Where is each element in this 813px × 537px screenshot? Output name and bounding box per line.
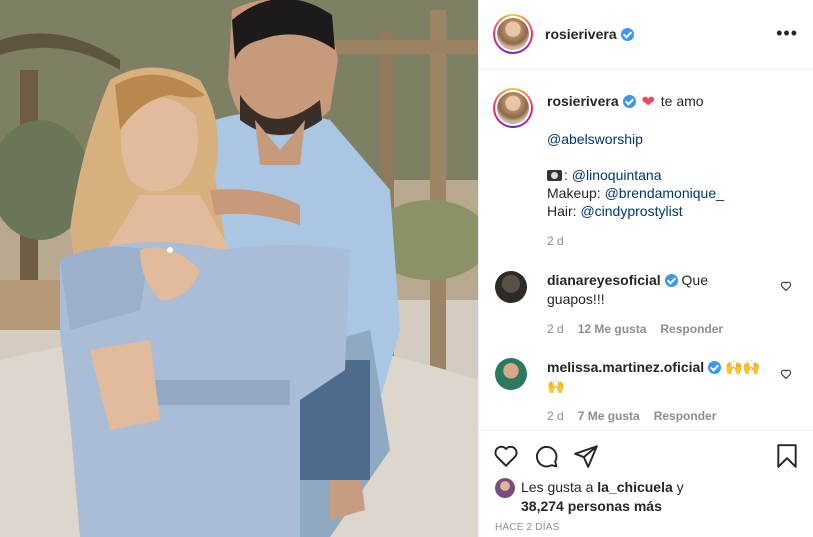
- post-details-panel: rosierivera ••• rosierivera ❤ te amo @ab…: [478, 0, 813, 537]
- caption-username[interactable]: rosierivera: [547, 93, 619, 109]
- commenter-username[interactable]: dianareyesoficial: [547, 272, 661, 288]
- author-avatar[interactable]: [493, 14, 533, 54]
- camera-emoji-icon: [547, 170, 562, 181]
- mention-link[interactable]: @abelsworship: [547, 131, 643, 147]
- caption-time[interactable]: 2 d: [547, 232, 803, 250]
- comment-time[interactable]: 2 d: [547, 409, 564, 423]
- verified-badge-icon: [622, 95, 636, 108]
- caption-message: te amo: [660, 93, 704, 109]
- likes-summary: Les gusta a la_chicuela y 38,274 persona…: [495, 478, 684, 516]
- verified-badge-icon: [664, 274, 678, 287]
- comment-icon[interactable]: [533, 443, 559, 469]
- comment-meta: 2 d 7 Me gusta Responder: [547, 409, 716, 423]
- instagram-post: rosierivera ••• rosierivera ❤ te amo @ab…: [0, 0, 813, 537]
- likes-count[interactable]: 38,274 personas más: [521, 498, 662, 514]
- post-photo[interactable]: [0, 0, 478, 537]
- author-username[interactable]: rosierivera: [545, 26, 617, 42]
- mention-link[interactable]: @brendamonique_: [605, 185, 724, 201]
- post-actions: Les gusta a la_chicuela y 38,274 persona…: [479, 430, 813, 537]
- comment-text: melissa.martinez.oficial 🙌🙌🙌: [547, 358, 762, 396]
- reply-button[interactable]: Responder: [654, 409, 717, 423]
- bookmark-icon[interactable]: [774, 443, 800, 469]
- red-heart-emoji: ❤: [641, 94, 655, 111]
- more-options-icon[interactable]: •••: [776, 24, 798, 42]
- share-icon[interactable]: [573, 443, 599, 469]
- post-timestamp[interactable]: HACE 2 DÍAS: [495, 522, 559, 533]
- mention-link[interactable]: @linoquintana: [572, 167, 662, 183]
- comment-time[interactable]: 2 d: [547, 322, 564, 336]
- caption-author-avatar[interactable]: [493, 88, 533, 128]
- likes-connector: y: [676, 479, 684, 495]
- caption-text: rosierivera ❤ te amo @abelsworship : @li…: [547, 92, 803, 250]
- comment-likes[interactable]: 12 Me gusta: [578, 322, 647, 336]
- likes-prefix: Les gusta a: [521, 479, 594, 495]
- makeup-label: Makeup:: [547, 185, 601, 201]
- comment-text: dianareyesoficial Que guapos!!!: [547, 271, 762, 309]
- verified-badge-icon: [620, 27, 634, 41]
- comment-likes[interactable]: 7 Me gusta: [578, 409, 640, 423]
- commenter-avatar[interactable]: [495, 271, 527, 303]
- commenter-username[interactable]: melissa.martinez.oficial: [547, 359, 704, 375]
- liker-avatar[interactable]: [495, 478, 515, 498]
- post-header: rosierivera •••: [479, 0, 813, 69]
- couple-photo-illustration: [0, 0, 478, 537]
- verified-badge-icon: [708, 361, 722, 374]
- comment-meta: 2 d 12 Me gusta Responder: [547, 322, 723, 336]
- heart-icon[interactable]: [493, 443, 519, 469]
- liker-username[interactable]: la_chicuela: [597, 479, 673, 495]
- reply-button[interactable]: Responder: [660, 322, 723, 336]
- like-comment-heart-icon[interactable]: [780, 368, 792, 380]
- mention-link[interactable]: @cindyprostylist: [580, 203, 682, 219]
- commenter-avatar[interactable]: [495, 358, 527, 390]
- like-comment-heart-icon[interactable]: [780, 280, 792, 292]
- hair-label: Hair:: [547, 203, 577, 219]
